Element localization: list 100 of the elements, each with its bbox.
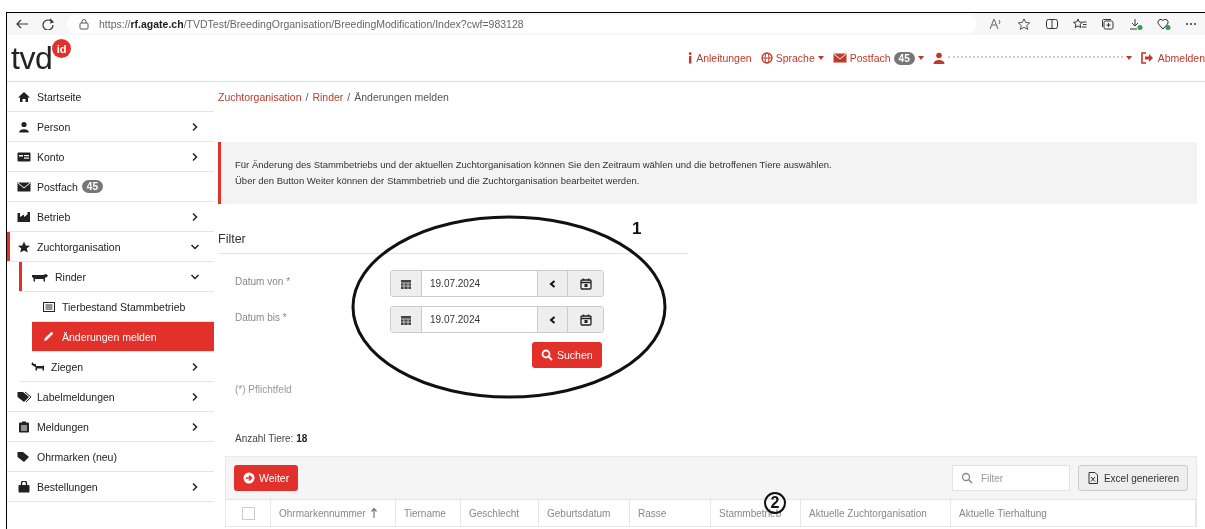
star-icon [17, 240, 31, 253]
sidebar-item[interactable]: Person [7, 112, 214, 142]
globe-icon [760, 52, 773, 64]
required-note: (*) Pflichtfeld [235, 384, 293, 395]
tags-icon [17, 390, 31, 403]
tag-icon [17, 450, 31, 463]
chevron-right-icon [190, 391, 200, 402]
count-badge: 45 [81, 180, 103, 193]
calendar-icon [400, 313, 412, 326]
annotation-number: 1 [632, 219, 642, 239]
sidebar-item[interactable]: Rinder [19, 262, 214, 292]
nav-link[interactable]: Anleitungen [687, 52, 752, 64]
calendar-icon [579, 277, 592, 290]
sidebar-item[interactable]: Ziegen [19, 352, 214, 382]
chevron-right-icon [190, 151, 200, 162]
info-icon [687, 52, 694, 64]
date-picker-button[interactable] [567, 307, 603, 332]
reload-icon [41, 18, 55, 30]
favorites-icon [1073, 18, 1087, 30]
sidebar-item[interactable]: Startseite [7, 82, 214, 112]
caret-icon [917, 56, 924, 60]
column-header[interactable]: Geburtsdatum [539, 500, 630, 526]
logo-badge: id [52, 39, 72, 58]
breadcrumb-current: Änderungen melden [354, 91, 449, 103]
calendar-icon [400, 277, 412, 290]
id-card-icon [17, 150, 31, 163]
notice-text: Für Änderung des Stammbetriebs und der aktuellen Zuchtorganisation können Sie den Zeitraum wählen und die betroffenen Tiere auswählen. [235, 158, 833, 172]
user-icon [17, 120, 31, 133]
user-icon [932, 52, 945, 64]
search-icon [960, 472, 973, 484]
calendar-icon [579, 313, 592, 326]
count-badge: 45 [893, 51, 915, 65]
animal-count: Anzahl Tiere: 18 [235, 433, 309, 444]
column-header[interactable]: Geschlecht [461, 500, 539, 526]
excel-button[interactable]: Excel generieren [1077, 465, 1188, 491]
date-field[interactable]: 19.07.2024 [390, 306, 604, 333]
home-icon [17, 90, 31, 103]
date-field[interactable]: 19.07.2024 [390, 270, 604, 297]
sidebar-item[interactable]: Konto [7, 142, 214, 172]
breadcrumb-separator: / [305, 91, 309, 103]
star-outline-icon [1017, 18, 1031, 30]
list-icon [42, 300, 56, 313]
section-title: Filter [218, 232, 246, 246]
nav-link[interactable]: Postfach 45 [832, 51, 924, 65]
chevron-right-icon [190, 211, 200, 222]
previous-button[interactable] [537, 307, 567, 332]
address-bar[interactable]: https://rf.agate.ch/TVDTest/BreedingOrganisation/BreedingModification/Index?cwf=983128 [67, 15, 977, 33]
caret-icon [817, 56, 824, 60]
chevron-left-icon [547, 314, 558, 325]
pencil-icon [42, 330, 56, 343]
notice-text: Über den Button Weiter können der Stammbetrieb und die Zuchtorganisation bearbeitet werden. [235, 174, 641, 188]
field-label: Datum bis * [235, 312, 288, 323]
nav-link[interactable]: Sprache [760, 52, 824, 64]
chevron-left-icon [547, 278, 558, 289]
date-picker-button[interactable] [567, 271, 603, 296]
sign-out-icon [1140, 52, 1155, 64]
chevron-right-icon [190, 361, 200, 372]
nav-link[interactable]: Abmelden [1140, 52, 1205, 64]
search-button[interactable]: Suchen [532, 342, 602, 368]
sidebar-item[interactable]: Meldungen [7, 412, 214, 442]
breadcrumb-link[interactable]: Zuchtorganisation [218, 91, 302, 103]
sidebar-item[interactable]: Postfach 45 [7, 172, 214, 202]
select-all-checkbox[interactable] [241, 506, 255, 520]
logo-text: tvd [11, 41, 53, 75]
lock-icon [77, 18, 91, 30]
caret-icon [1125, 56, 1132, 60]
envelope-icon [17, 180, 31, 193]
chevron-right-icon [190, 481, 200, 492]
column-header[interactable]: Aktuelle Zuchtorganisation [801, 500, 951, 526]
arrow-circle-icon [243, 472, 255, 484]
sidebar-item[interactable]: Bestellungen [7, 472, 214, 502]
envelope-icon [832, 52, 847, 64]
shopping-bag-icon [17, 480, 31, 493]
goat-icon [31, 360, 45, 373]
next-button[interactable]: Weiter [234, 465, 299, 491]
breadcrumb-link[interactable]: Rinder [312, 91, 344, 103]
chevron-right-icon [190, 421, 200, 432]
read-aloud-icon [989, 18, 1003, 30]
factory-icon [17, 210, 31, 223]
filter-input[interactable]: Filter [978, 471, 1073, 485]
field-label: Datum von * [235, 276, 292, 287]
sidebar-item[interactable]: Betrieb [7, 202, 214, 232]
sidebar-item[interactable]: Ohrmarken (neu) [7, 442, 214, 472]
column-header[interactable]: Ohrmarkennummer [271, 500, 396, 526]
column-header[interactable]: Aktuelle Tierhaltung [951, 500, 1196, 526]
spreadsheet-file-icon [1086, 472, 1099, 484]
chevron-right-icon [190, 121, 200, 132]
previous-button[interactable] [537, 271, 567, 296]
sidebar-item[interactable]: Labelmeldungen [7, 382, 214, 412]
sidebar-item[interactable]: Zuchtorganisation [7, 232, 214, 262]
column-header[interactable]: Rasse [630, 500, 711, 526]
column-header[interactable]: Tiername [396, 500, 461, 526]
breadcrumb-separator: / [347, 91, 351, 103]
filter-field[interactable]: Filter [951, 465, 1070, 491]
split-screen-icon [1045, 18, 1059, 30]
user-menu[interactable] [932, 52, 1132, 64]
sort-up-icon [369, 507, 378, 519]
sidebar-item[interactable]: Änderungen melden [32, 322, 214, 352]
download-icon [1129, 18, 1143, 30]
clipboard-icon [17, 420, 31, 433]
